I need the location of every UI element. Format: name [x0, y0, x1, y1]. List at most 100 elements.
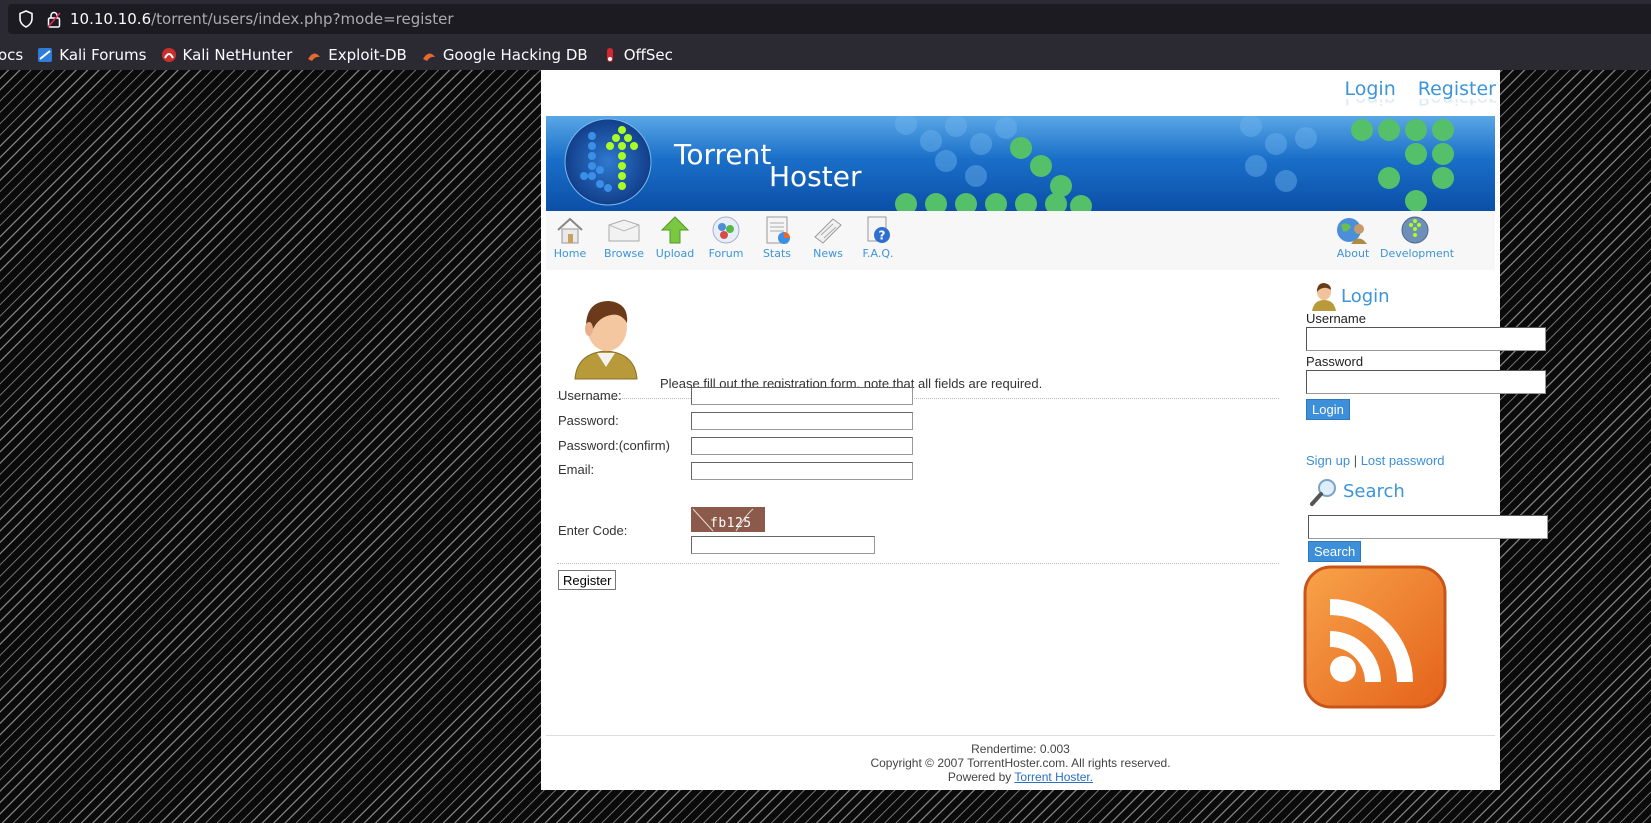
lock-icon[interactable] — [46, 10, 62, 32]
nav-forum[interactable]: Forum — [699, 215, 753, 260]
news-icon — [814, 218, 842, 244]
bookmark-label: ocs — [0, 46, 24, 64]
register-button[interactable]: Register — [558, 570, 617, 590]
login-heading-text: Login — [1341, 286, 1390, 307]
bookmarks-bar: ocs Kali Forums Kali NetHunter Exploit-D… — [0, 42, 687, 68]
password-confirm-field[interactable] — [691, 437, 913, 455]
form-divider-top — [557, 398, 1279, 399]
magnifier-icon — [1310, 479, 1336, 506]
search-heading-text: Search — [1343, 481, 1405, 502]
nav-label: Development — [1380, 247, 1455, 260]
nav-faq[interactable]: ? F.A.Q. — [851, 215, 905, 260]
rendertime-text: Rendertime: 0.003 — [971, 742, 1070, 756]
offsec-icon — [602, 47, 618, 63]
search-heading: Search — [1309, 477, 1405, 507]
nav-news[interactable]: News — [801, 215, 855, 260]
ghdb-icon — [421, 47, 437, 63]
bookmark-label: OffSec — [623, 46, 673, 64]
shield-icon[interactable] — [18, 10, 34, 32]
captcha-image: fb125 — [691, 507, 765, 532]
nav-label: Upload — [655, 247, 695, 260]
kali-forums-icon — [37, 47, 53, 63]
nav-label: F.A.Q. — [862, 247, 894, 260]
bookmark-offsec[interactable]: OffSec — [602, 46, 673, 64]
sidebar-username-field[interactable] — [1306, 327, 1546, 351]
top-links-reflection: Login Register — [1323, 99, 1497, 109]
browse-icon — [608, 219, 640, 242]
page: Login Register Login Register — [541, 70, 1548, 790]
sidebar-password-label: Password — [1306, 354, 1364, 369]
nav-about[interactable]: About — [1326, 215, 1380, 260]
faq-icon: ? — [867, 216, 890, 243]
email-label: Email: — [558, 462, 595, 477]
banner-title-hoster: Hoster — [769, 160, 862, 193]
user-avatar-icon — [571, 295, 641, 385]
sidebar-login-button[interactable]: Login — [1306, 399, 1350, 420]
bookmark-kali-forums[interactable]: Kali Forums — [37, 46, 147, 64]
nav-label: About — [1336, 247, 1370, 260]
nav-label: Home — [553, 247, 587, 260]
powered-prefix: Powered by — [947, 770, 1015, 784]
exploit-db-icon — [306, 47, 322, 63]
url-text[interactable]: 10.10.10.6/torrent/users/index.php?mode=… — [70, 10, 454, 28]
nav-label: Browse — [603, 247, 645, 260]
bookmark-docs[interactable]: ocs — [0, 46, 23, 64]
rss-feed-icon[interactable] — [1303, 565, 1447, 713]
main-nav: Home Browse Upload Forum Stats News ? F.… — [546, 211, 1495, 270]
upload-icon — [660, 216, 690, 244]
nav-stats[interactable]: Stats — [750, 215, 804, 260]
sidebar-password-field[interactable] — [1306, 370, 1546, 394]
home-icon — [557, 217, 583, 244]
signup-link[interactable]: Sign up — [1306, 453, 1350, 468]
bookmark-kali-nethunter[interactable]: Kali NetHunter — [161, 46, 293, 64]
bookmark-exploit-db[interactable]: Exploit-DB — [306, 46, 407, 64]
nav-label: Forum — [708, 247, 744, 260]
username-field[interactable] — [691, 387, 913, 405]
lost-password-link[interactable]: Lost password — [1361, 453, 1445, 468]
nav-home[interactable]: Home — [543, 215, 597, 260]
register-link[interactable]: Register — [1418, 78, 1496, 100]
bookmark-ghdb[interactable]: Google Hacking DB — [421, 46, 588, 64]
nav-browse[interactable]: Browse — [597, 215, 651, 260]
form-divider-bottom — [557, 563, 1279, 564]
copyright-text: Copyright © 2007 TorrentHoster.com. All … — [870, 756, 1171, 770]
password-confirm-label: Password:(confirm) — [558, 438, 670, 453]
url-path: /torrent/users/index.php?mode=register — [151, 10, 454, 28]
powered-by: Powered by Torrent Hoster. — [541, 770, 1500, 784]
user-icon — [1312, 283, 1336, 311]
site-banner: Torrent Hoster — [546, 116, 1495, 211]
nav-development[interactable]: Development — [1380, 215, 1454, 260]
bookmark-label: Google Hacking DB — [442, 46, 588, 64]
sidebar-username-label: Username — [1306, 311, 1366, 326]
username-label: Username: — [558, 388, 622, 403]
reflection-login: Login — [1345, 99, 1396, 109]
url-bar[interactable]: 10.10.10.6/torrent/users/index.php?mode=… — [8, 4, 1651, 34]
stats-icon — [766, 216, 790, 244]
banner-title-torrent: Torrent — [674, 138, 772, 171]
development-icon — [1401, 216, 1429, 244]
reflection-register: Register — [1418, 99, 1496, 109]
sidebar-search-field[interactable] — [1308, 515, 1548, 539]
email-field[interactable] — [691, 462, 913, 480]
footer-divider — [546, 735, 1495, 736]
torrent-hoster-link[interactable]: Torrent Hoster. — [1014, 770, 1093, 784]
captcha-field[interactable] — [691, 536, 875, 554]
about-icon — [1337, 218, 1367, 244]
login-heading: Login — [1309, 282, 1390, 312]
footer: Rendertime: 0.003 Copyright © 2007 Torre… — [541, 742, 1500, 784]
bookmark-label: Exploit-DB — [328, 46, 407, 64]
forum-icon — [712, 216, 740, 244]
enter-code-label: Enter Code: — [558, 523, 628, 538]
browser-chrome: 10.10.10.6/torrent/users/index.php?mode=… — [0, 0, 1651, 70]
kali-nethunter-icon — [161, 47, 177, 63]
top-links: Login Register — [1323, 78, 1497, 100]
captcha-text: fb125 — [710, 516, 752, 531]
login-link[interactable]: Login — [1345, 78, 1396, 100]
bookmark-label: Kali NetHunter — [182, 46, 293, 64]
nav-upload[interactable]: Upload — [648, 215, 702, 260]
link-separator: | — [1350, 453, 1361, 468]
sidebar-search-button[interactable]: Search — [1308, 541, 1362, 562]
nav-label: News — [813, 247, 843, 260]
password-field[interactable] — [691, 412, 913, 430]
password-label: Password: — [558, 413, 619, 428]
